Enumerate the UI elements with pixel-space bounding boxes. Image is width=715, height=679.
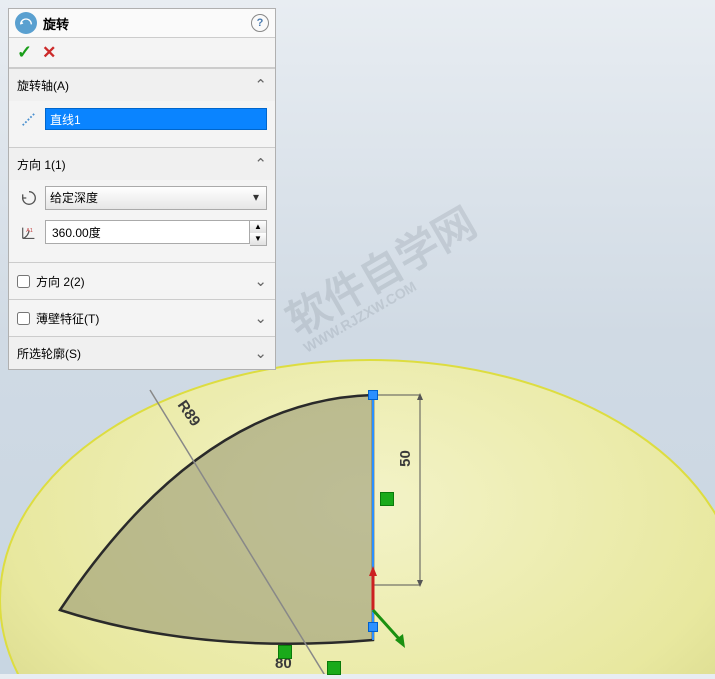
section-contours-title: 所选轮廓(S) — [17, 345, 254, 362]
section-contours: 所选轮廓(S) ⌄ — [9, 336, 275, 369]
reverse-direction-icon[interactable] — [17, 186, 41, 210]
angle-icon: A1 — [17, 221, 41, 245]
section-direction1-title: 方向 1(1) — [17, 156, 254, 173]
section-direction1-header[interactable]: 方向 1(1) ⌃ — [9, 148, 275, 180]
angle-increment-button[interactable]: ▲ — [250, 221, 266, 233]
axis-line-icon — [17, 107, 41, 131]
confirm-bar: ✓ ✕ — [9, 38, 275, 68]
dimension-width[interactable]: 80 — [275, 655, 292, 672]
section-contours-header[interactable]: 所选轮廓(S) ⌄ — [9, 337, 275, 369]
thin-feature-checkbox[interactable] — [17, 312, 30, 325]
chevron-down-icon: ⌄ — [254, 309, 267, 327]
revolve-property-panel: 旋转 ? ✓ ✕ 旋转轴(A) ⌃ 方向 1(1) ⌃ — [8, 8, 276, 370]
chevron-down-icon: ⌄ — [254, 272, 267, 290]
cancel-button[interactable]: ✕ — [42, 43, 56, 63]
direction2-checkbox[interactable] — [17, 275, 30, 288]
axis-selection-input[interactable] — [45, 108, 267, 130]
angle-decrement-button[interactable]: ▼ — [250, 233, 266, 245]
panel-header: 旋转 ? — [9, 9, 275, 38]
svg-text:A1: A1 — [26, 228, 33, 234]
end-condition-dropdown[interactable]: 给定深度 — [45, 186, 267, 210]
direction2-label: 方向 2(2) — [36, 273, 85, 290]
direction2-toggle[interactable]: 方向 2(2) ⌄ — [9, 262, 275, 299]
revolve-feature-icon — [15, 12, 37, 34]
section-axis: 旋转轴(A) ⌃ — [9, 68, 275, 147]
section-axis-title: 旋转轴(A) — [17, 77, 254, 94]
chevron-down-icon: ⌄ — [254, 344, 267, 362]
section-axis-header[interactable]: 旋转轴(A) ⌃ — [9, 69, 275, 101]
constraint-bottom-icon[interactable] — [327, 661, 341, 675]
angle-input[interactable] — [45, 220, 250, 244]
thin-feature-toggle[interactable]: 薄壁特征(T) ⌄ — [9, 299, 275, 336]
section-direction1: 方向 1(1) ⌃ 给定深度 A1 — [9, 147, 275, 262]
constraint-horizontal-icon[interactable] — [278, 645, 292, 659]
dimension-radius[interactable]: R89 — [174, 397, 204, 429]
panel-title: 旋转 — [43, 14, 251, 33]
sketch-endpoint-top[interactable] — [368, 390, 378, 400]
help-button[interactable]: ? — [251, 14, 269, 32]
thin-feature-label: 薄壁特征(T) — [36, 310, 99, 327]
watermark: 软件自学网 WWW.RJZXW.COM — [280, 201, 490, 355]
sketch-endpoint-bottom[interactable] — [368, 622, 378, 632]
dimension-height[interactable]: 50 — [397, 450, 414, 467]
chevron-up-icon: ⌃ — [254, 76, 267, 94]
chevron-up-icon: ⌃ — [254, 155, 267, 173]
ok-button[interactable]: ✓ — [17, 42, 32, 63]
constraint-vertical-icon[interactable] — [380, 492, 394, 506]
